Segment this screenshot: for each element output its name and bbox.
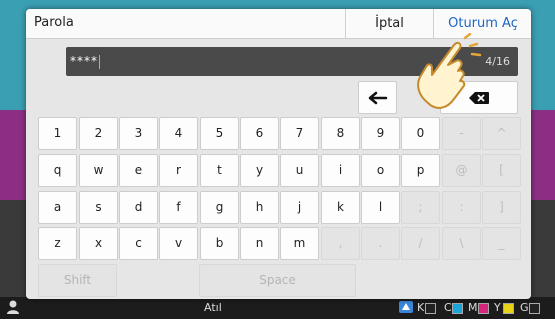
key[interactable]: ^ bbox=[482, 117, 521, 150]
key[interactable]: e bbox=[119, 154, 158, 187]
key[interactable]: z bbox=[38, 227, 77, 260]
key[interactable]: f bbox=[159, 191, 198, 224]
key[interactable]: v bbox=[159, 227, 198, 260]
key[interactable]: 7 bbox=[280, 117, 319, 150]
char-counter: 4/16 bbox=[485, 55, 510, 68]
password-value: **** bbox=[70, 54, 100, 69]
key[interactable]: d bbox=[119, 191, 158, 224]
tapping-hand-icon bbox=[417, 33, 482, 109]
key[interactable]: [ bbox=[482, 154, 521, 187]
key[interactable]: , bbox=[321, 227, 360, 260]
ink-label-y: Y bbox=[494, 301, 501, 314]
key[interactable]: ] bbox=[482, 191, 521, 224]
key[interactable]: 8 bbox=[321, 117, 360, 150]
ink-label-g: G bbox=[520, 301, 529, 314]
password-dialog: Parola İptal Oturum Aç **** 4/16 1234567… bbox=[26, 9, 531, 299]
key[interactable]: o bbox=[361, 154, 400, 187]
user-icon[interactable] bbox=[6, 299, 20, 318]
key[interactable]: 5 bbox=[200, 117, 239, 150]
key[interactable]: x bbox=[79, 227, 118, 260]
key[interactable]: ; bbox=[401, 191, 440, 224]
key[interactable]: . bbox=[361, 227, 400, 260]
key[interactable]: \ bbox=[442, 227, 481, 260]
key[interactable]: / bbox=[401, 227, 440, 260]
key[interactable]: 0 bbox=[401, 117, 440, 150]
key[interactable]: h bbox=[240, 191, 279, 224]
key[interactable]: - bbox=[442, 117, 481, 150]
key[interactable]: j bbox=[280, 191, 319, 224]
shift-key[interactable]: Shift bbox=[38, 264, 117, 297]
key[interactable]: 2 bbox=[79, 117, 118, 150]
key[interactable]: a bbox=[38, 191, 77, 224]
password-mask: **** bbox=[70, 54, 98, 68]
key[interactable]: n bbox=[240, 227, 279, 260]
key[interactable]: b bbox=[200, 227, 239, 260]
ink-label-m: M bbox=[468, 301, 478, 314]
key[interactable]: 1 bbox=[38, 117, 77, 150]
key[interactable]: u bbox=[280, 154, 319, 187]
key[interactable]: : bbox=[442, 191, 481, 224]
key[interactable]: y bbox=[240, 154, 279, 187]
key[interactable]: s bbox=[79, 191, 118, 224]
key[interactable]: i bbox=[321, 154, 360, 187]
cursor-left-button[interactable] bbox=[358, 81, 397, 114]
key[interactable]: _ bbox=[482, 227, 521, 260]
space-key[interactable]: Space bbox=[199, 264, 356, 297]
status-bar: Atıl K C M Y G bbox=[0, 297, 555, 319]
key[interactable]: p bbox=[401, 154, 440, 187]
ink-level-c bbox=[452, 303, 463, 314]
ink-label-k: K bbox=[417, 301, 425, 314]
key[interactable]: c bbox=[119, 227, 158, 260]
key[interactable]: l bbox=[361, 191, 400, 224]
toner-status-icon[interactable] bbox=[398, 300, 414, 317]
ink-label-c: C bbox=[444, 301, 452, 314]
dialog-title: Parola bbox=[34, 15, 74, 30]
key[interactable]: 3 bbox=[119, 117, 158, 150]
key[interactable]: k bbox=[321, 191, 360, 224]
ink-level-k bbox=[425, 303, 436, 314]
status-text: Atıl bbox=[204, 301, 222, 314]
ink-level-y bbox=[503, 303, 514, 314]
ink-level-g bbox=[529, 303, 540, 314]
key[interactable]: 9 bbox=[361, 117, 400, 150]
key[interactable]: g bbox=[200, 191, 239, 224]
key[interactable]: r bbox=[159, 154, 198, 187]
key[interactable]: w bbox=[79, 154, 118, 187]
key[interactable]: m bbox=[280, 227, 319, 260]
key[interactable]: @ bbox=[442, 154, 481, 187]
key[interactable]: t bbox=[200, 154, 239, 187]
ink-level-m bbox=[478, 303, 489, 314]
key[interactable]: q bbox=[38, 154, 77, 187]
key[interactable]: 4 bbox=[159, 117, 198, 150]
text-caret bbox=[99, 54, 100, 69]
arrow-left-icon bbox=[368, 91, 387, 105]
key[interactable]: 6 bbox=[240, 117, 279, 150]
